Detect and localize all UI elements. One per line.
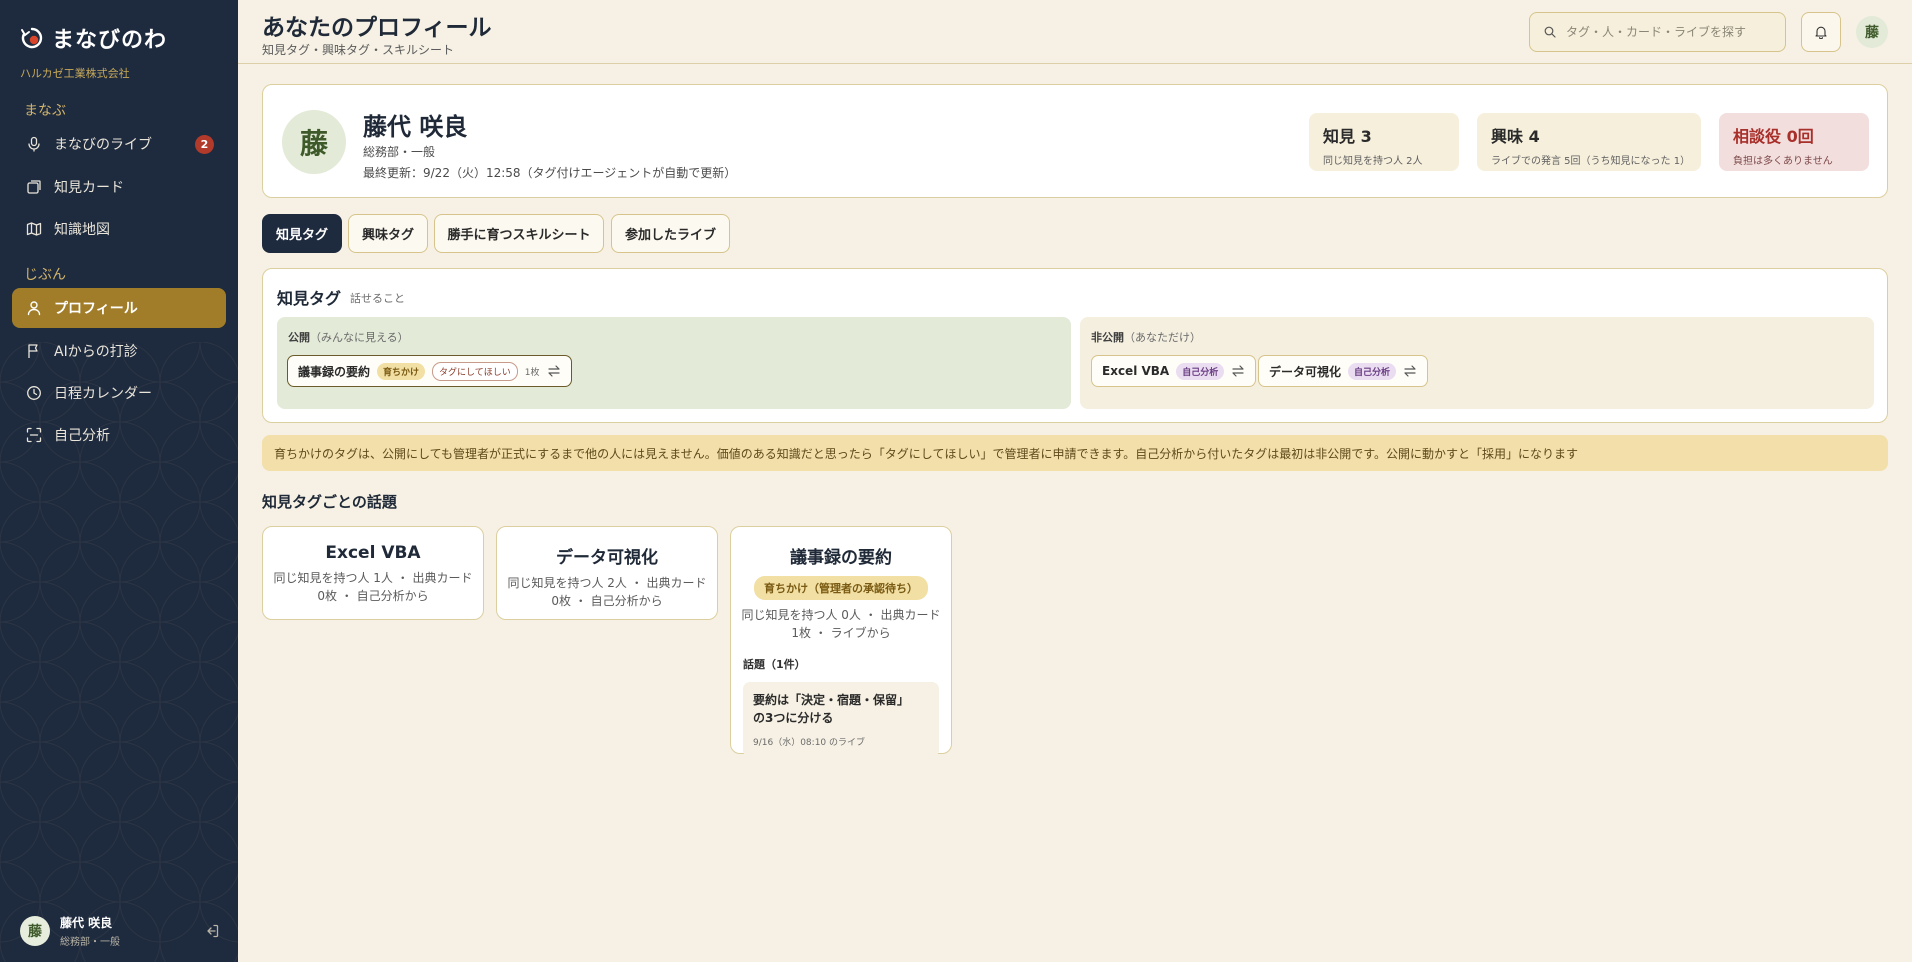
profile-dept: 総務部・一般 (363, 145, 436, 159)
profile-card: 藤 藤代 咲良 総務部・一般 最終更新：9/22（火）12:58（タグ付けエージ… (262, 84, 1888, 198)
cards-icon (27, 180, 41, 194)
sidebar-item-map[interactable]: 知識地図 (12, 209, 226, 249)
clock-icon (27, 386, 41, 400)
sidebar-item-cards[interactable]: 知見カード (12, 167, 226, 207)
user-dept: 総務部・一般 (60, 937, 120, 948)
page-title: あなたのプロフィール (262, 15, 492, 41)
sidebar-item-label: AIからの打診 (54, 344, 138, 360)
area-label: 非公開（あなただけ） (1091, 331, 1201, 344)
stat-sub: 同じ知見を持つ人 2人 (1323, 156, 1423, 167)
avatar[interactable]: 藤 (1856, 16, 1888, 48)
topic-item[interactable]: 要約は「決定・宿題・保留」 の3つに分ける 9/16（水）08:10 のライブ (743, 682, 939, 757)
sidebar-item-self-analysis[interactable]: 自己分析 (12, 415, 226, 455)
stat-consultation: 相談役 0回 負担は多くありません (1719, 113, 1869, 171)
sidebar-item-label: 自己分析 (54, 428, 110, 444)
sidebar-item-label: 知識地図 (54, 222, 110, 238)
scan-icon (26, 427, 42, 443)
topic-item-title: 要約は「決定・宿題・保留」 の3つに分ける (753, 693, 910, 725)
tab-interest-tags[interactable]: 興味タグ (348, 214, 428, 253)
profile-avatar: 藤 (282, 110, 346, 174)
mic-icon (28, 136, 40, 152)
map-icon (26, 222, 42, 236)
avatar: 藤 (20, 916, 50, 946)
tag-name: データ可視化 (1269, 364, 1342, 379)
swap-icon[interactable] (1403, 364, 1417, 378)
source-badge: 自己分析 (1348, 362, 1397, 380)
topic-title: Excel VBA (325, 543, 421, 563)
logo-mark-icon (21, 27, 43, 49)
search-icon (1544, 26, 1556, 38)
stat-title: 相談役 0回 (1733, 127, 1814, 146)
swap-icon[interactable] (1231, 364, 1245, 378)
tab-joined-lives[interactable]: 参加したライブ (611, 214, 730, 253)
topic-card[interactable]: Excel VBA 同じ知見を持つ人 1人 ・ 出典カード 0枚 ・ 自己分析から (262, 526, 484, 620)
topic-card[interactable]: 議事録の要約 育ちかけ（管理者の承認待ち） 同じ知見を持つ人 0人 ・ 出典カー… (730, 526, 952, 757)
panel-hint: 話せること (350, 292, 405, 305)
page-subtitle: 知見タグ・興味タグ・スキルシート (262, 43, 455, 57)
topic-title: データ可視化 (556, 548, 658, 568)
tab-skill-sheet[interactable]: 勝手に育つスキルシート (434, 214, 604, 253)
panel-title: 知見タグ (277, 289, 342, 308)
tag-chip[interactable]: Excel VBA 自己分析 (1091, 355, 1257, 387)
tag-name: 議事録の要約 (298, 364, 371, 379)
sidebar-item-label: まなびのライブ (54, 137, 152, 153)
topic-meta: 同じ知見を持つ人 0人 ・ 出典カード 1枚 ・ ライブから (741, 608, 941, 640)
app-logo[interactable]: まなびのわ (20, 22, 167, 54)
status-badge: 育ちかけ（管理者の承認待ち） (754, 576, 928, 600)
stat-sub: 負担は多くありません (1733, 156, 1833, 167)
tab-knowledge-tags[interactable]: 知見タグ (262, 214, 342, 253)
sidebar-item-label: 日程カレンダー (54, 386, 152, 402)
sidebar: まなびのわ ハルカゼ工業株式会社 まなぶ まなびのライブ 2 知見カード 知識地… (0, 0, 238, 962)
sidebar-item-label: プロフィール (54, 301, 138, 317)
private-tags-area: 非公開（あなただけ） Excel VBA 自己分析 データ可視化 自己分析 (1080, 317, 1874, 409)
section-label-jibun: じぶん (24, 267, 66, 283)
sidebar-item-profile[interactable]: プロフィール (12, 288, 226, 328)
bell-icon (1815, 26, 1827, 39)
section-label-manabu: まなぶ (24, 103, 66, 119)
area-label: 公開（みんなに見える） (288, 331, 409, 344)
user-icon (27, 301, 41, 316)
stat-sub: ライブでの発言 5回（うち知見になった 1） (1491, 156, 1691, 167)
swap-icon[interactable] (547, 364, 561, 378)
stat-knowledge: 知見 3 同じ知見を持つ人 2人 (1309, 113, 1459, 171)
public-tags-area: 公開（みんなに見える） 議事録の要約 育ちかけ タグにしてほしい 1枚 (277, 317, 1071, 409)
profile-updated: 最終更新：9/22（火）12:58（タグ付けエージェントが自動で更新） (363, 166, 737, 180)
request-tag-button[interactable]: タグにしてほしい (432, 361, 518, 381)
topic-meta: 同じ知見を持つ人 1人 ・ 出典カード 0枚 ・ 自己分析から (273, 571, 473, 603)
topic-meta: 同じ知見を持つ人 2人 ・ 出典カード 0枚 ・ 自己分析から (507, 576, 707, 608)
info-notice: 育ちかけのタグは、公開にしても管理者が正式にするまで他の人には見えません。価値の… (262, 435, 1888, 471)
topics-heading: 知見タグごとの話題 (262, 493, 397, 511)
profile-name: 藤代 咲良 (363, 113, 468, 141)
tag-name: Excel VBA (1102, 364, 1170, 378)
stat-title: 知見 3 (1323, 127, 1372, 146)
app-name: まなびのわ (52, 28, 168, 53)
tag-chip[interactable]: データ可視化 自己分析 (1258, 355, 1429, 387)
topic-item-meta: 9/16（水）08:10 のライブ (753, 738, 866, 748)
topic-subheading: 話題（1件） (743, 658, 806, 671)
stat-interest: 興味 4 ライブでの発言 5回（うち知見になった 1） (1477, 113, 1701, 171)
user-name: 藤代 咲良 (60, 916, 113, 930)
source-badge: 自己分析 (1176, 362, 1225, 380)
page-header: あなたのプロフィール 知見タグ・興味タグ・スキルシート 藤 (238, 0, 1912, 64)
notification-badge: 2 (195, 135, 214, 154)
search-box[interactable] (1529, 12, 1786, 52)
flag-icon (28, 344, 38, 358)
sidebar-item-calendar[interactable]: 日程カレンダー (12, 373, 226, 413)
stat-title: 興味 4 (1491, 127, 1540, 146)
search-input[interactable] (1566, 25, 1776, 39)
knowledge-tags-panel: 知見タグ 話せること 公開（みんなに見える） 議事録の要約 育ちかけ タグにして… (262, 268, 1888, 423)
notifications-button[interactable] (1801, 12, 1841, 52)
sidebar-user: 藤 藤代 咲良 総務部・一般 (20, 915, 220, 948)
sidebar-item-label: 知見カード (54, 180, 124, 196)
topic-title: 議事録の要約 (790, 548, 892, 568)
status-badge: 育ちかけ (377, 362, 426, 380)
logout-icon[interactable] (204, 923, 220, 939)
card-count: 1枚 (524, 367, 540, 378)
topic-card[interactable]: データ可視化 同じ知見を持つ人 2人 ・ 出典カード 0枚 ・ 自己分析から (496, 526, 718, 620)
company-name: ハルカゼ工業株式会社 (20, 67, 130, 80)
sidebar-item-ai-proposals[interactable]: AIからの打診 (12, 331, 226, 371)
sidebar-item-live[interactable]: まなびのライブ 2 (12, 124, 226, 164)
tag-chip[interactable]: 議事録の要約 育ちかけ タグにしてほしい 1枚 (287, 355, 572, 387)
